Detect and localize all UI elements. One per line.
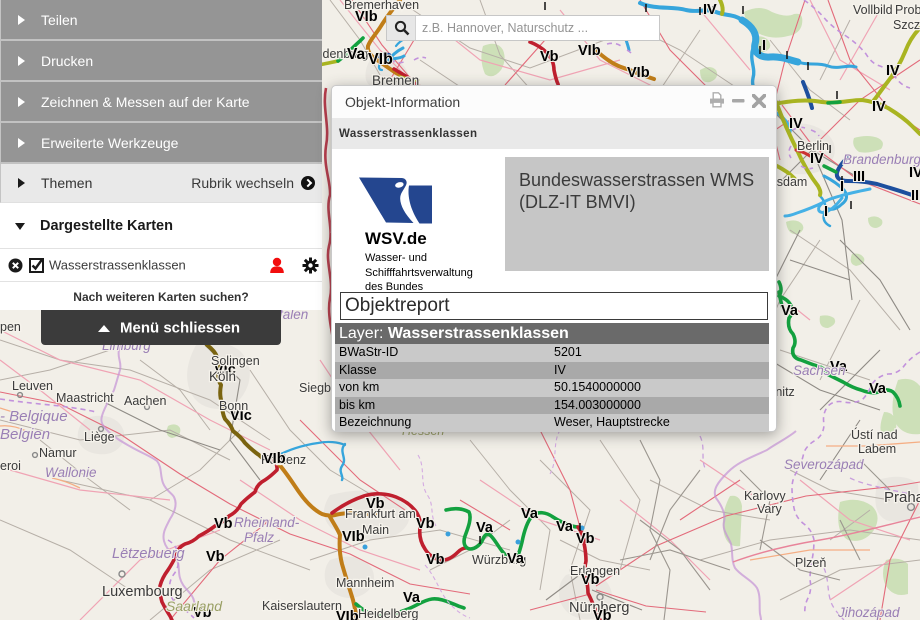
svg-text:Main: Main — [362, 523, 389, 537]
svg-text:Plzeň: Plzeň — [795, 556, 826, 570]
svg-text:Lëtzebuerg: Lëtzebuerg — [112, 546, 185, 562]
svg-text:Pfalz: Pfalz — [244, 530, 274, 545]
svg-text:Solingen: Solingen — [211, 354, 260, 368]
svg-text:Mannheim: Mannheim — [336, 576, 394, 590]
svg-text:Probl: Probl — [895, 3, 920, 17]
svg-text:Vb: Vb — [540, 49, 559, 65]
svg-text:IV: IV — [886, 63, 900, 79]
svg-text:Praha: Praha — [884, 489, 920, 506]
svg-text:Karlovy: Karlovy — [744, 489, 786, 503]
svg-text:III: III — [911, 188, 920, 204]
svg-text:VIb: VIb — [578, 43, 601, 59]
svg-text:Va: Va — [781, 303, 799, 319]
svg-text:I: I — [762, 38, 766, 54]
svg-text:- Belgique: - Belgique — [0, 408, 68, 425]
svg-text:Köln: Köln — [209, 369, 236, 384]
svg-text:Vb: Vb — [593, 608, 612, 620]
svg-text:VIb: VIb — [342, 529, 365, 545]
svg-text:Belgien: Belgien — [0, 426, 50, 443]
svg-text:Labem: Labem — [858, 442, 896, 456]
svg-text:Va: Va — [507, 551, 525, 567]
svg-text:Vb: Vb — [581, 572, 600, 588]
svg-text:Saarland: Saarland — [166, 598, 223, 614]
svg-text:eroi: eroi — [0, 459, 21, 473]
svg-text:Va: Va — [476, 520, 494, 536]
svg-text:Maastricht: Maastricht — [56, 391, 114, 405]
svg-text:VIb: VIb — [355, 9, 378, 25]
svg-text:Wallonie: Wallonie — [45, 465, 97, 480]
svg-text:Va: Va — [521, 506, 539, 522]
svg-text:Leuven: Leuven — [12, 379, 53, 393]
svg-text:IV: IV — [789, 116, 803, 132]
svg-text:Vollbild: Vollbild — [853, 3, 893, 17]
svg-text:Va: Va — [556, 519, 574, 535]
svg-text:Va: Va — [347, 46, 365, 63]
svg-text:IV: IV — [810, 151, 824, 167]
svg-text:VIb: VIb — [368, 51, 393, 68]
svg-text:I: I — [840, 179, 844, 195]
svg-text:Namur: Namur — [39, 446, 77, 460]
svg-text:Vb: Vb — [426, 552, 445, 568]
svg-text:VIb: VIb — [627, 65, 650, 81]
svg-text:Va: Va — [403, 590, 421, 606]
svg-text:Vb: Vb — [576, 531, 595, 547]
svg-text:Va: Va — [869, 381, 887, 397]
svg-text:Heidelberg: Heidelberg — [358, 607, 419, 620]
svg-text:IV: IV — [872, 99, 886, 115]
svg-text:Kaiserslautern: Kaiserslautern — [262, 599, 342, 613]
svg-text:I: I — [824, 204, 828, 220]
svg-text:IV: IV — [909, 165, 920, 181]
svg-text:VIb: VIb — [336, 609, 359, 620]
svg-text:Bonn: Bonn — [219, 399, 248, 413]
svg-text:Liège: Liège — [84, 430, 115, 444]
svg-text:Vb: Vb — [206, 549, 225, 565]
svg-text:Sachsen: Sachsen — [793, 363, 846, 378]
svg-text:Vb: Vb — [214, 516, 233, 532]
svg-text:VIb: VIb — [263, 451, 286, 467]
svg-text:Vary: Vary — [757, 502, 783, 516]
svg-text:Szcze: Szcze — [893, 18, 920, 32]
svg-text:pen: pen — [0, 320, 21, 334]
svg-text:III: III — [853, 169, 865, 185]
svg-text:Severozápad: Severozápad — [784, 457, 864, 472]
svg-text:Vb: Vb — [416, 516, 435, 532]
svg-text:Vb: Vb — [366, 496, 385, 512]
svg-text:IV: IV — [703, 2, 717, 18]
svg-text:Aachen: Aachen — [124, 394, 166, 408]
svg-text:Ústí nad: Ústí nad — [851, 427, 898, 442]
svg-text:Jihozápad: Jihozápad — [837, 605, 900, 620]
svg-text:Rheinland-: Rheinland- — [234, 515, 300, 530]
